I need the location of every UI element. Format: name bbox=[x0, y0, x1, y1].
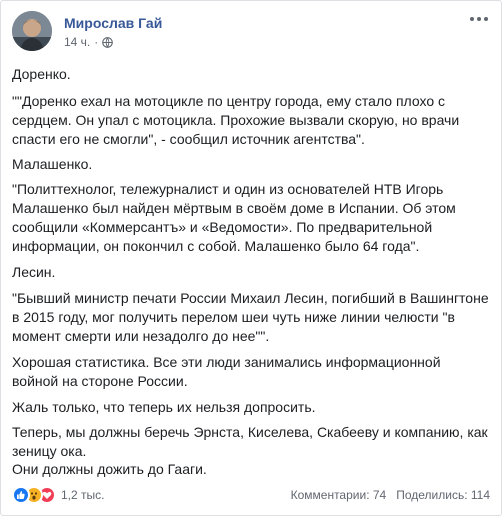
globe-icon[interactable] bbox=[102, 36, 114, 48]
paragraph: Жаль только, что теперь их нельзя допрос… bbox=[12, 399, 316, 415]
like-icon bbox=[12, 486, 30, 504]
paragraph: ""Доренко ехал на мотоцикле по центру го… bbox=[12, 93, 460, 147]
post-time[interactable]: 14 ч. bbox=[64, 35, 90, 49]
paragraph: Теперь, мы должны беречь Эрнста, Киселев… bbox=[12, 424, 488, 459]
paragraph: Малашенко. bbox=[12, 156, 93, 172]
separator-dot: · bbox=[94, 35, 99, 49]
avatar[interactable] bbox=[12, 11, 52, 51]
comments-count[interactable]: Комментарии: 74 bbox=[291, 488, 387, 502]
reactions-summary[interactable] bbox=[12, 486, 56, 504]
paragraph: "Бывший министр печати России Михаил Лес… bbox=[12, 290, 489, 344]
shares-count[interactable]: Поделились: 114 bbox=[396, 488, 490, 502]
paragraph: Лесин. bbox=[12, 264, 56, 280]
author-name[interactable]: Мирослав Гай bbox=[64, 15, 162, 31]
post-card: Мирослав Гай 14 ч. · Доренко. ""Доренко … bbox=[0, 0, 502, 516]
paragraph: Они должны дожить до Гааги. bbox=[12, 461, 207, 477]
post-footer: 1,2 тыс. Комментарии: 74 Поделились: 114 bbox=[12, 484, 490, 506]
paragraph: Хорошая статистика. Все эти люди занимал… bbox=[12, 354, 441, 389]
paragraph: Доренко. bbox=[12, 66, 71, 82]
post-meta: 14 ч. · bbox=[64, 35, 114, 49]
reactions-count[interactable]: 1,2 тыс. bbox=[61, 488, 104, 502]
more-options-icon[interactable] bbox=[469, 13, 489, 25]
paragraph: "Политтехнолог, тележурналист и один из … bbox=[12, 181, 456, 254]
